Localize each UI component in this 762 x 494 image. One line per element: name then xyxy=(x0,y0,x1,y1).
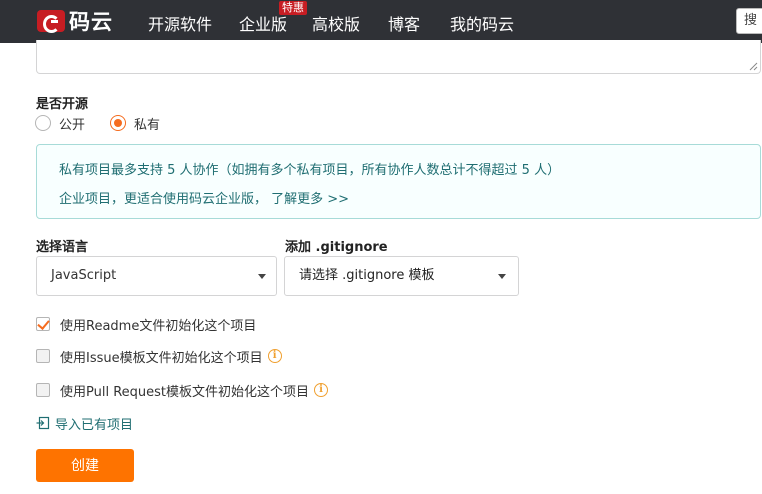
nav-education[interactable]: 高校版 xyxy=(312,11,360,35)
nav-open-source[interactable]: 开源软件 xyxy=(148,11,212,35)
radio-checked-icon[interactable] xyxy=(110,115,126,131)
open-source-label: 是否开源 xyxy=(36,97,89,112)
search-button[interactable]: 搜 xyxy=(736,8,762,34)
init-readme-checkbox-row[interactable]: 使用Readme文件初始化这个项目 xyxy=(36,315,257,334)
checkbox-checked-icon[interactable] xyxy=(36,317,50,331)
init-issue-template-label: 使用Issue模板文件初始化这个项目 xyxy=(60,350,263,366)
language-select-value: JavaScript xyxy=(51,268,117,283)
import-icon xyxy=(36,416,50,430)
promo-badge: 特惠 xyxy=(279,1,307,15)
info-enterprise-text: 企业项目，更适合使用码云企业版， xyxy=(59,192,268,207)
info-icon[interactable]: i xyxy=(267,349,282,363)
visibility-private-radio[interactable]: 私有 xyxy=(110,114,161,133)
gitee-logo[interactable]: 码云 xyxy=(37,8,113,34)
info-enterprise-hint: 企业项目，更适合使用码云企业版， 了解更多 >> xyxy=(59,188,349,207)
init-readme-label: 使用Readme文件初始化这个项目 xyxy=(60,318,257,334)
radio-unchecked-icon[interactable] xyxy=(35,115,51,131)
private-project-info-box: 私有项目最多支持 5 人协作（如拥有多个私有项目，所有协作人数总计不得超过 5 … xyxy=(36,144,761,219)
checkbox-unchecked-icon[interactable] xyxy=(36,383,50,397)
gitignore-select-value: 请选择 .gitignore 模板 xyxy=(299,268,435,283)
description-textarea[interactable] xyxy=(36,40,761,74)
nav-blog[interactable]: 博客 xyxy=(388,11,420,35)
gitignore-label: 添加 .gitignore xyxy=(285,240,388,255)
init-pr-template-label: 使用Pull Request模板文件初始化这个项目 xyxy=(60,384,310,400)
import-project-label: 导入已有项目 xyxy=(55,417,134,433)
info-icon[interactable]: i xyxy=(314,383,329,397)
visibility-public-label: 公开 xyxy=(59,117,86,133)
language-select[interactable]: JavaScript xyxy=(36,256,277,296)
gitignore-select[interactable]: 请选择 .gitignore 模板 xyxy=(284,256,519,296)
checkbox-unchecked-icon[interactable] xyxy=(36,349,50,363)
init-pr-template-checkbox-row[interactable]: 使用Pull Request模板文件初始化这个项目 i xyxy=(36,381,329,400)
caret-down-icon xyxy=(258,274,266,279)
import-project-link[interactable]: 导入已有项目 xyxy=(36,414,134,433)
language-label: 选择语言 xyxy=(36,240,89,255)
caret-down-icon xyxy=(498,274,506,279)
visibility-public-radio[interactable]: 公开 xyxy=(35,114,86,133)
create-button[interactable]: 创建 xyxy=(36,449,134,482)
init-issue-template-checkbox-row[interactable]: 使用Issue模板文件初始化这个项目 i xyxy=(36,347,282,366)
nav-my-gitee[interactable]: 我的码云 xyxy=(450,11,514,35)
visibility-private-label: 私有 xyxy=(134,117,161,133)
learn-more-link[interactable]: 了解更多 >> xyxy=(271,192,349,207)
info-collaborator-limit: 私有项目最多支持 5 人协作（如拥有多个私有项目，所有协作人数总计不得超过 5 … xyxy=(59,163,561,178)
resize-grip-icon[interactable] xyxy=(749,62,758,71)
gitee-logo-icon xyxy=(37,10,65,33)
logo-text: 码云 xyxy=(69,10,113,34)
top-navbar: 码云 开源软件 企业版 特惠 高校版 博客 我的码云 搜 xyxy=(0,0,762,43)
